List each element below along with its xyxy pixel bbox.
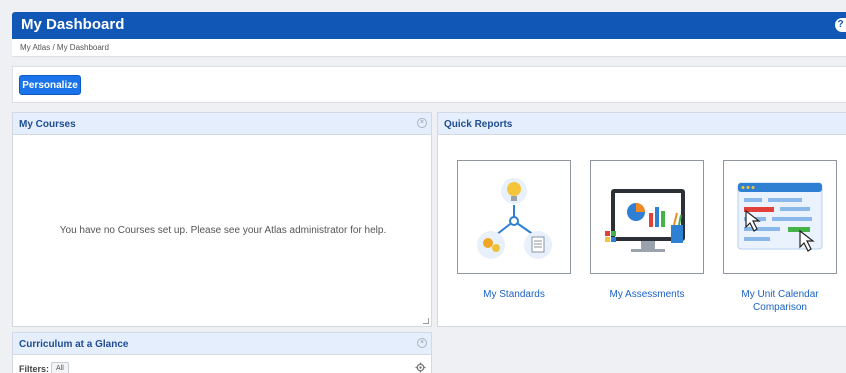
curriculum-at-a-glance-panel: Curriculum at a Glance × Filters: All xyxy=(12,332,432,373)
resize-handle-icon[interactable] xyxy=(423,318,429,324)
report-card-my-standards[interactable] xyxy=(457,160,571,274)
calendar-comparison-icon xyxy=(737,182,823,252)
report-card-my-assessments[interactable] xyxy=(590,160,704,274)
close-icon[interactable]: × xyxy=(417,338,427,348)
my-courses-title: My Courses xyxy=(19,119,76,130)
breadcrumb-bar: My Atlas / My Dashboard xyxy=(12,39,846,57)
my-courses-panel: My Courses × You have no Courses set up.… xyxy=(12,112,432,327)
report-label-my-unit-calendar-comparison[interactable]: My Unit Calendar Comparison xyxy=(715,288,845,314)
dashboard-toolbar: Personalize xyxy=(12,66,846,103)
help-icon[interactable]: ? xyxy=(835,18,846,32)
quick-reports-title: Quick Reports xyxy=(444,119,513,130)
report-label-my-standards[interactable]: My Standards xyxy=(449,288,579,301)
report-card-my-unit-calendar-comparison[interactable] xyxy=(723,160,837,274)
close-icon[interactable]: × xyxy=(417,118,427,128)
filters-label: Filters: xyxy=(19,364,50,373)
breadcrumb[interactable]: My Atlas / My Dashboard xyxy=(20,43,109,52)
quick-reports-panel: Quick Reports My Standards My Assessment… xyxy=(437,112,846,327)
courses-empty-message: You have no Courses set up. Please see y… xyxy=(59,225,387,236)
dashboard-page: My Dashboard ? My Atlas / My Dashboard P… xyxy=(0,0,846,373)
report-label-my-assessments[interactable]: My Assessments xyxy=(582,288,712,301)
quick-reports-header: Quick Reports xyxy=(438,113,846,135)
filter-chip-all[interactable]: All xyxy=(51,362,69,373)
curriculum-at-a-glance-header: Curriculum at a Glance × xyxy=(13,333,431,355)
standards-network-icon xyxy=(477,178,552,259)
assessments-monitor-icon xyxy=(605,189,685,252)
gear-icon[interactable] xyxy=(415,362,426,373)
my-courses-header: My Courses × xyxy=(13,113,431,135)
personalize-button[interactable]: Personalize xyxy=(19,75,81,95)
page-header: My Dashboard ? xyxy=(12,12,846,39)
page-title: My Dashboard xyxy=(21,16,125,33)
curriculum-at-a-glance-title: Curriculum at a Glance xyxy=(19,339,129,350)
